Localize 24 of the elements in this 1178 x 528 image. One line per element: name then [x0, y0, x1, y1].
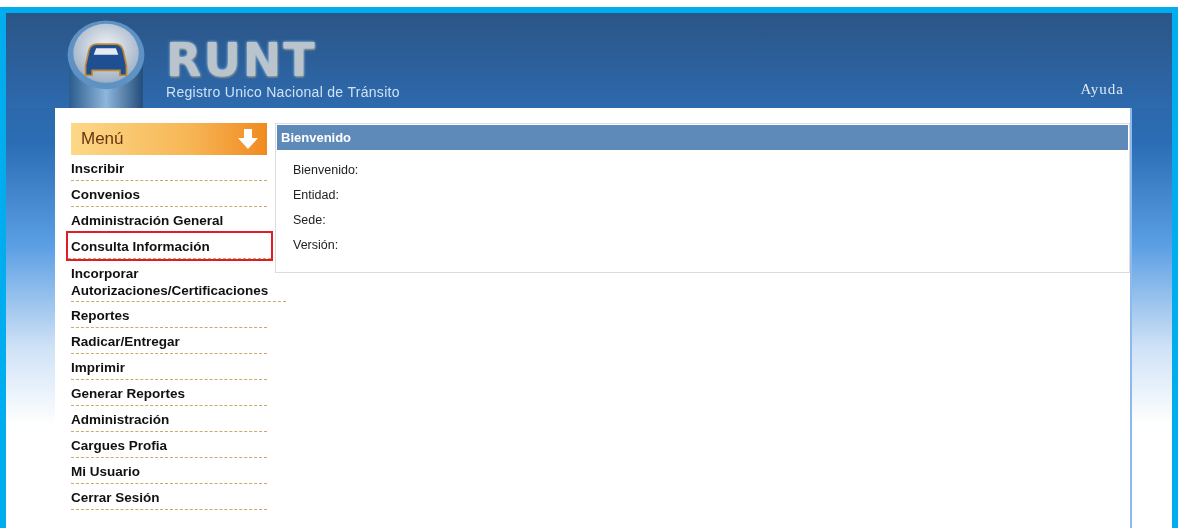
- menu-item[interactable]: Administración: [71, 406, 267, 432]
- panel-title: Bienvenido: [281, 130, 352, 145]
- menu-item[interactable]: Imprimir: [71, 354, 267, 380]
- logo-wordmark: RUNT: [166, 38, 317, 82]
- menu-item[interactable]: Convenios: [71, 181, 267, 207]
- menu-item[interactable]: Consulta Información: [68, 233, 271, 259]
- field-label: Sede:: [293, 213, 327, 229]
- field-label: Bienvenido:: [293, 163, 360, 179]
- menu-item[interactable]: Radicar/Entregar: [71, 328, 267, 354]
- menu-item[interactable]: Generar Reportes: [71, 380, 267, 406]
- menu-item[interactable]: Reportes: [71, 302, 267, 328]
- menu-item[interactable]: Cerrar Sesión: [71, 484, 267, 510]
- down-arrow-icon: [237, 128, 259, 150]
- help-link[interactable]: Ayuda: [1080, 81, 1124, 98]
- menu-item[interactable]: Administración General: [71, 207, 267, 233]
- menu-item[interactable]: Inscribir: [71, 155, 267, 181]
- menu-item[interactable]: Mi Usuario: [71, 458, 267, 484]
- menu-item[interactable]: Cargues Profia: [71, 432, 267, 458]
- field-label: Versión:: [293, 238, 340, 254]
- field-label: Entidad:: [293, 188, 340, 204]
- menu-item[interactable]: Incorporar Autorizaciones/Certificaciones: [71, 259, 286, 302]
- menu-header[interactable]: Menú: [71, 123, 267, 155]
- menu-title: Menú: [81, 129, 124, 149]
- site-subtitle: Registro Unico Nacional de Tránsito: [166, 84, 400, 100]
